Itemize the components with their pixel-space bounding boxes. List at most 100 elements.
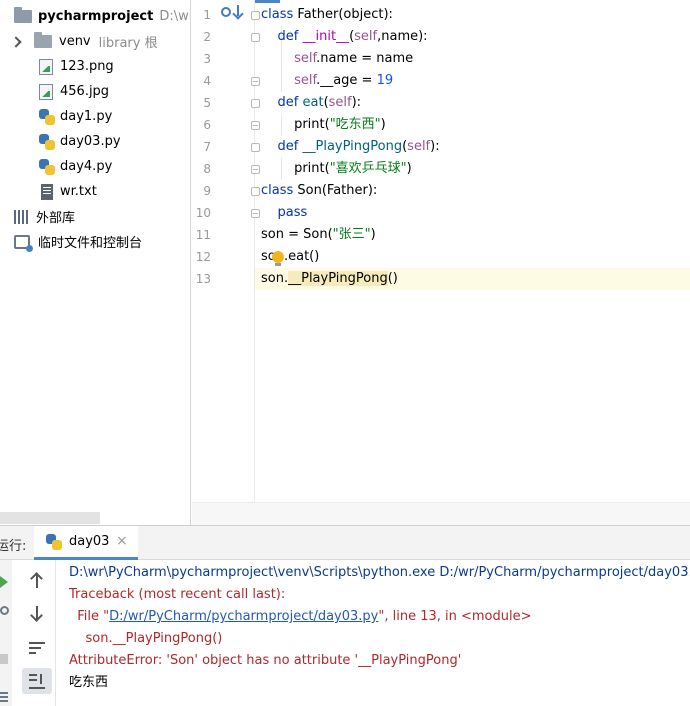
image-file-icon — [39, 83, 53, 100]
file-link[interactable]: D:/wr/PyCharm/pycharmproject/day03.py — [109, 609, 378, 624]
rerun-icon[interactable] — [0, 576, 8, 588]
fold-end-icon[interactable] — [251, 209, 260, 218]
stop-icon[interactable] — [0, 654, 8, 664]
close-icon[interactable]: × — [116, 533, 128, 549]
code-token: "张三" — [332, 227, 371, 242]
code-token: pass — [277, 205, 308, 220]
code-token: ) — [406, 161, 412, 176]
python-file-icon — [39, 133, 55, 150]
tree-horizontal-scrollbar[interactable] — [0, 512, 100, 524]
override-marker-icon[interactable] — [221, 7, 231, 17]
code-line[interactable]: self.__age = 19 — [261, 70, 393, 92]
console-file-line: File "D:/wr/PyCharm/pycharmproject/day03… — [69, 606, 532, 628]
run-title: 运行: — [0, 539, 27, 554]
code-token: 19 — [376, 73, 394, 88]
run-left-toolbar — [0, 560, 12, 706]
editor-gutter[interactable]: 1 2 3 4 5 6 7 8 9 10 11 12 13 — [192, 0, 260, 502]
code-line[interactable]: son.eat() — [261, 246, 319, 268]
code-token: def — [277, 139, 303, 154]
run-tab-day03[interactable]: day03 × — [34, 526, 138, 560]
file-label: day1.py — [60, 109, 113, 124]
code-line[interactable]: self.name = name — [261, 48, 413, 70]
line-number: 1 — [203, 8, 211, 22]
lightbulb-icon[interactable] — [272, 251, 284, 266]
tree-item-file[interactable]: day4.py — [39, 154, 190, 179]
code-token: print( — [294, 161, 330, 176]
python-file-icon — [39, 158, 55, 175]
code-token: print( — [294, 117, 330, 132]
fold-toggle-icon[interactable] — [251, 187, 260, 196]
code-line[interactable]: def __init__(self,name): — [261, 26, 428, 48]
code-line[interactable]: print("喜欢乒乓球") — [261, 158, 412, 180]
soft-wrap-icon — [29, 642, 45, 654]
code-token: Father(object): — [297, 7, 393, 22]
code-token: ) — [380, 117, 386, 132]
tree-item-file[interactable]: 123.png — [39, 54, 190, 79]
code-line[interactable]: print("吃东西") — [261, 114, 386, 136]
scroll-to-end-button[interactable] — [22, 668, 52, 694]
tree-item-venv[interactable]: venv library 根 — [10, 29, 190, 54]
fold-end-icon[interactable] — [251, 77, 260, 86]
line-number: 6 — [203, 118, 211, 132]
code-token: self — [294, 73, 317, 88]
soft-wrap-button[interactable] — [22, 635, 52, 661]
folder-icon — [34, 32, 52, 48]
code-line[interactable]: son = Son("张三") — [261, 224, 376, 246]
code-token: son.eat() — [261, 249, 320, 264]
code-line[interactable]: def __PlayPingPong(self): — [261, 136, 440, 158]
console-output-line: 吃东西 — [69, 675, 109, 690]
file-label: wr.txt — [60, 184, 97, 199]
code-token: self — [294, 51, 317, 66]
run-console-toolbar — [12, 560, 56, 706]
run-tab-label: day03 — [69, 534, 110, 549]
overridden-arrow-icon[interactable] — [237, 5, 239, 16]
code-token: __init__ — [302, 29, 350, 44]
wrench-icon[interactable] — [0, 606, 9, 615]
console-output[interactable]: D:\wr\PyCharm\pycharmproject\venv\Script… — [69, 560, 690, 706]
line-number: 5 — [203, 96, 211, 110]
code-token: ): — [351, 95, 362, 110]
tree-item-file[interactable]: wr.txt — [41, 179, 190, 204]
tree-item-file[interactable]: day03.py — [39, 129, 190, 154]
code-token: "吃东西" — [329, 117, 381, 132]
tree-item-scratches[interactable]: 临时文件和控制台 — [14, 229, 190, 254]
tree-item-external-libraries[interactable]: 外部库 — [14, 204, 190, 229]
arrow-down-icon — [36, 606, 38, 620]
fold-end-icon[interactable] — [251, 121, 260, 130]
line-number: 9 — [203, 184, 211, 198]
code-editor[interactable]: 1 2 3 4 5 6 7 8 9 10 11 12 13 class Father(object): … — [192, 0, 690, 525]
fold-toggle-icon[interactable] — [251, 33, 260, 42]
arrow-up-icon — [36, 574, 38, 588]
code-token: "喜欢乒乓球" — [329, 161, 407, 176]
console-traceback: Traceback (most recent call last): — [69, 587, 286, 602]
code-line[interactable]: class Father(object): — [261, 4, 393, 26]
scroll-up-button[interactable] — [22, 568, 52, 594]
fold-toggle-icon[interactable] — [251, 11, 260, 20]
code-token: self — [354, 29, 378, 44]
file-suffix: ", line 13, in <module> — [378, 609, 532, 624]
code-line[interactable]: pass — [261, 202, 308, 224]
tree-item-file[interactable]: 456.jpg — [39, 79, 190, 104]
editor-horizontal-scrollbar[interactable] — [192, 502, 690, 525]
fold-end-icon[interactable] — [251, 165, 260, 174]
code-line[interactable]: def eat(self): — [261, 92, 362, 114]
chevron-right-icon[interactable] — [10, 35, 22, 48]
tree-root-pycharmproject[interactable]: pycharmproject D:\wr\ — [14, 4, 190, 29]
code-line[interactable]: class Son(Father): — [261, 180, 377, 202]
scratch-console-icon — [14, 234, 33, 252]
image-file-icon — [39, 58, 53, 75]
scratches-label: 临时文件和控制台 — [38, 236, 143, 251]
venv-label: venv — [59, 34, 91, 49]
code-token: son = Son( — [261, 227, 333, 242]
tree-item-file[interactable]: day1.py — [39, 104, 190, 129]
fold-toggle-icon[interactable] — [251, 99, 260, 108]
scroll-down-button[interactable] — [22, 600, 52, 626]
code-token: self — [407, 139, 431, 154]
code-line[interactable]: son.__PlayPingPong() — [261, 268, 398, 290]
grip-icon[interactable] — [0, 692, 8, 704]
fold-toggle-icon[interactable] — [251, 143, 260, 152]
file-label: day4.py — [60, 159, 113, 174]
